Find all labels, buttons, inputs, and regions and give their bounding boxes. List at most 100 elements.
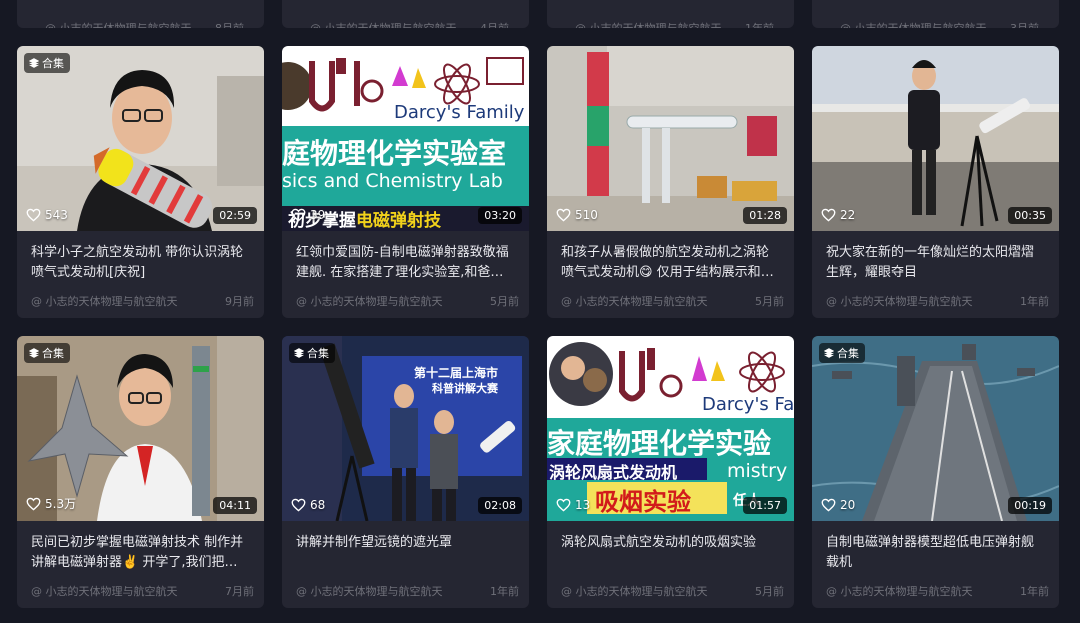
thumbnail-banner-text-2: 科普讲解大赛 [432, 382, 498, 395]
heart-icon [556, 498, 571, 512]
video-title[interactable]: 科学小子之航空发动机 带你认识涡轮喷气式发动机[庆祝] [31, 243, 250, 283]
layers-icon [294, 348, 304, 358]
thumbnail-image [547, 46, 794, 231]
like-count-value: 510 [575, 208, 598, 222]
video-card[interactable]: 合集 543 02:59 科学小子之航空发动机 带你认识涡轮喷气式发动机[庆祝]… [17, 46, 264, 318]
video-card-partial[interactable]: @ 小志的天体物理与航空航天 3月前 [812, 0, 1059, 28]
video-card[interactable]: 第十二届上海市 科普讲解大赛 合集 68 02:08 讲解并制作望远镜的遮光罩 … [282, 336, 529, 608]
thumbnail-red-text: 吸烟实验 [595, 488, 691, 516]
video-card[interactable]: Darcy's Family 庭物理化学实验室 sics and Chemist… [282, 46, 529, 318]
card-meta: @ 小志的天体物理与航空航天 1年前 [826, 583, 1049, 599]
publish-time: 1年前 [1020, 295, 1049, 308]
author-name[interactable]: @ 小志的天体物理与航空航天 [296, 293, 443, 309]
heart-icon [821, 498, 836, 512]
thumbnail-en-text: sics and Chemistry Lab [282, 170, 503, 192]
publish-time: 9月前 [225, 295, 254, 308]
thumbnail-cn-text: 庭物理化学实验室 [282, 137, 507, 170]
heart-icon [26, 208, 41, 222]
video-grid: @ 小志的天体物理与航空航天 8月前 @ 小志的天体物理与航空航天 4月前 @ … [17, 0, 1059, 608]
card-meta: @ 小志的天体物理与航空航天 1年前 [296, 583, 519, 599]
author-name[interactable]: @ 小志的天体物理与航空航天 [826, 583, 973, 599]
thumbnail-image [812, 46, 1059, 231]
like-count-value: 20 [840, 498, 856, 512]
card-meta: @ 小志的天体物理与航空航天 8月前 [45, 20, 244, 28]
video-card[interactable]: 510 01:28 和孩子从暑假做的航空发动机之涡轮喷气式发动机😋 仅用于结构展… [547, 46, 794, 318]
heart-icon [556, 208, 571, 222]
card-meta: @ 小志的天体物理与航空航天 7月前 [31, 583, 254, 599]
heart-icon [26, 497, 41, 511]
video-duration: 02:59 [213, 207, 257, 224]
author-name[interactable]: @ 小志的天体物理与航空航天 [561, 583, 708, 599]
like-count: 5.3万 [26, 495, 76, 512]
thumbnail-en-text: mistry [727, 460, 788, 482]
author-name[interactable]: @ 小志的天体物理与航空航天 [45, 20, 192, 28]
video-title[interactable]: 涡轮风扇式航空发动机的吸烟实验 [561, 533, 780, 573]
like-count-value: 22 [840, 208, 856, 222]
publish-time: 1年前 [745, 20, 774, 28]
video-card[interactable]: 合集 20 00:19 自制电磁弹射器模型超低电压弹射舰载机 @ 小志的天体物理… [812, 336, 1059, 608]
card-meta: @ 小志的天体物理与航空航天 5月前 [561, 293, 784, 309]
like-count: 22 [821, 208, 855, 222]
author-name[interactable]: @ 小志的天体物理与航空航天 [840, 20, 987, 28]
badge-label: 合集 [42, 347, 64, 360]
video-duration: 01:57 [743, 497, 787, 514]
like-count: 13 [556, 498, 590, 512]
video-card-partial[interactable]: @ 小志的天体物理与航空航天 1年前 [547, 0, 794, 28]
video-title[interactable]: 和孩子从暑假做的航空发动机之涡轮喷气式发动机😋 仅用于结构展示和原理讲解 [561, 243, 780, 283]
author-name[interactable]: @ 小志的天体物理与航空航天 [575, 20, 722, 28]
layers-icon [29, 58, 39, 68]
heart-icon [291, 498, 306, 512]
publish-time: 5月前 [755, 295, 784, 308]
author-name[interactable]: @ 小志的天体物理与航空航天 [561, 293, 708, 309]
video-thumbnail[interactable]: 合集 5.3万 04:11 [17, 336, 264, 521]
author-name[interactable]: @ 小志的天体物理与航空航天 [31, 583, 178, 599]
heart-icon [291, 208, 306, 222]
thumbnail-brand-text: Darcy's Fa [702, 394, 794, 415]
layers-icon [824, 348, 834, 358]
video-thumbnail[interactable]: 510 01:28 [547, 46, 794, 231]
video-card-partial[interactable]: @ 小志的天体物理与航空航天 8月前 [17, 0, 264, 28]
author-name[interactable]: @ 小志的天体物理与航空航天 [31, 293, 178, 309]
author-name[interactable]: @ 小志的天体物理与航空航天 [826, 293, 973, 309]
video-duration: 02:08 [478, 497, 522, 514]
card-meta: @ 小志的天体物理与航空航天 1年前 [575, 20, 774, 28]
badge-label: 合集 [837, 347, 859, 360]
badge-label: 合集 [307, 347, 329, 360]
video-thumbnail[interactable]: 22 00:35 [812, 46, 1059, 231]
video-title[interactable]: 民间已初步掌握电磁弹射技术 制作并讲解电磁弹射器✌️ 开学了,我们把做好的作品带… [31, 533, 250, 573]
publish-time: 3月前 [1010, 20, 1039, 28]
video-card[interactable]: 合集 5.3万 04:11 民间已初步掌握电磁弹射技术 制作并讲解电磁弹射器✌️… [17, 336, 264, 608]
thumbnail-banner-text: 第十二届上海市 [414, 366, 499, 380]
card-meta: @ 小志的天体物理与航空航天 5月前 [296, 293, 519, 309]
thumbnail-image [17, 46, 264, 231]
video-card[interactable]: Darcy's Fa 家庭物理化学实验 涡轮风扇式发动机 mistry 吸烟实验… [547, 336, 794, 608]
card-meta: @ 小志的天体物理与航空航天 3月前 [840, 20, 1039, 28]
video-thumbnail[interactable]: 合集 543 02:59 [17, 46, 264, 231]
video-thumbnail[interactable]: Darcy's Fa 家庭物理化学实验 涡轮风扇式发动机 mistry 吸烟实验… [547, 336, 794, 521]
video-duration: 03:20 [478, 207, 522, 224]
author-name[interactable]: @ 小志的天体物理与航空航天 [296, 583, 443, 599]
video-card[interactable]: 22 00:35 祝大家在新的一年像灿烂的太阳熠熠生辉，耀眼夺目 @ 小志的天体… [812, 46, 1059, 318]
like-count: 20 [821, 498, 855, 512]
video-thumbnail[interactable]: Darcy's Family 庭物理化学实验室 sics and Chemist… [282, 46, 529, 231]
author-name[interactable]: @ 小志的天体物理与航空航天 [310, 20, 457, 28]
card-meta: @ 小志的天体物理与航空航天 9月前 [31, 293, 254, 309]
like-count-value: 39 [310, 208, 326, 222]
video-thumbnail[interactable]: 合集 20 00:19 [812, 336, 1059, 521]
publish-time: 5月前 [490, 295, 519, 308]
video-title[interactable]: 讲解并制作望远镜的遮光罩 [296, 533, 515, 573]
video-thumbnail[interactable]: 第十二届上海市 科普讲解大赛 合集 68 02:08 [282, 336, 529, 521]
thumbnail-brand-text: Darcy's Family [394, 102, 525, 123]
badge-label: 合集 [42, 57, 64, 70]
video-title[interactable]: 红领巾爱国防-自制电磁弹射器致敬福建舰. 在家搭建了理化实验室,和爸爸一起做实验 [296, 243, 515, 283]
card-meta: @ 小志的天体物理与航空航天 4月前 [310, 20, 509, 28]
video-duration: 04:11 [213, 497, 257, 514]
collection-badge: 合集 [24, 53, 70, 73]
video-title[interactable]: 祝大家在新的一年像灿烂的太阳熠熠生辉，耀眼夺目 [826, 243, 1045, 283]
publish-time: 7月前 [225, 585, 254, 598]
video-card-partial[interactable]: @ 小志的天体物理与航空航天 4月前 [282, 0, 529, 28]
heart-icon [821, 208, 836, 222]
like-count: 543 [26, 208, 68, 222]
video-duration: 00:35 [1008, 207, 1052, 224]
video-title[interactable]: 自制电磁弹射器模型超低电压弹射舰载机 [826, 533, 1045, 573]
